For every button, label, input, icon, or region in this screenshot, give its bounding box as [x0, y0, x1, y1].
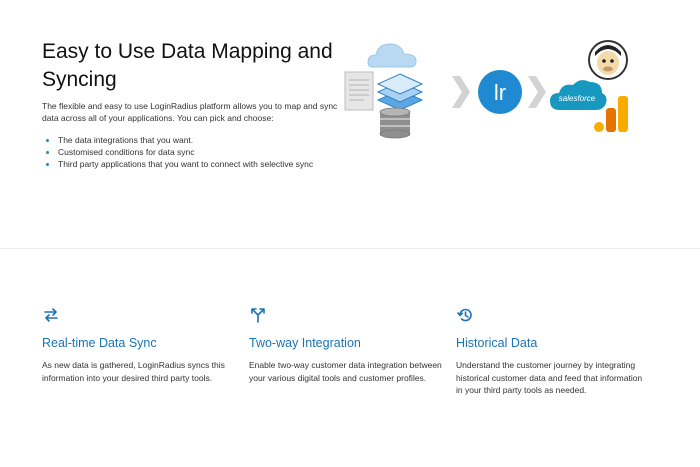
chevron-right-icon — [452, 76, 470, 108]
list-item: The data integrations that you want. — [42, 134, 342, 146]
history-icon — [457, 308, 472, 322]
feature-historical-data: Historical Data Understand the customer … — [456, 306, 651, 397]
feature-two-way-integration: Two-way Integration Enable two-way custo… — [249, 306, 444, 384]
feature-real-time-sync: Real-time Data Sync As new data is gathe… — [42, 306, 237, 384]
salesforce-logo-text: salesforce — [559, 94, 596, 103]
database-icon — [379, 107, 411, 139]
list-item: Third party applications that you want t… — [42, 158, 342, 170]
layers-icon — [376, 73, 424, 111]
mailchimp-logo — [588, 40, 628, 80]
feature-title: Historical Data — [456, 336, 538, 350]
document-icon — [344, 71, 374, 111]
feature-title: Two-way Integration — [249, 336, 361, 350]
chevron-right-icon — [528, 76, 546, 108]
hero-bullet-list: The data integrations that you want. Cus… — [42, 134, 342, 170]
data-mapping-illustration: lr salesforce — [344, 40, 628, 139]
salesforce-logo: salesforce — [550, 80, 607, 110]
feature-description: Understand the customer journey by integ… — [456, 360, 643, 395]
list-item: Customised conditions for data sync — [42, 146, 342, 158]
cloud-icon — [367, 43, 417, 68]
feature-description: Enable two-way customer data integration… — [249, 360, 442, 383]
loginradius-logo: lr — [478, 70, 522, 114]
merge-split-icon — [251, 308, 265, 323]
loginradius-logo-text: lr — [494, 80, 506, 105]
feature-title: Real-time Data Sync — [42, 336, 157, 350]
hero-section: Easy to Use Data Mapping and Syncing The… — [0, 0, 700, 248]
section-divider — [0, 248, 700, 249]
page-title: Easy to Use Data Mapping and Syncing — [42, 40, 333, 91]
sync-arrows-icon — [44, 308, 58, 322]
hero-description: The flexible and easy to use LoginRadius… — [42, 101, 338, 123]
feature-description: As new data is gathered, LoginRadius syn… — [42, 360, 225, 383]
